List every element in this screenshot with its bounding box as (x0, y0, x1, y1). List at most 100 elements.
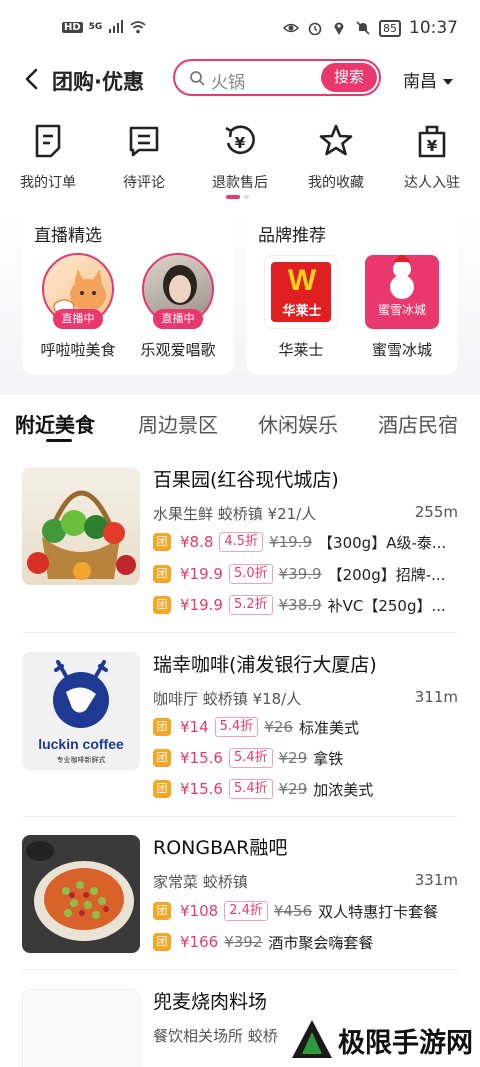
deal-discount: 2.4折 (224, 901, 268, 921)
refund-icon: ¥ (225, 125, 255, 155)
store-item[interactable]: 百果园(红谷现代城店) 水果生鲜 蛟桥镇 ¥21/人 255m 团 ¥8.8 4.5… (0, 465, 480, 635)
watermark: 极限手游网 (290, 1012, 480, 1067)
tab-entertainment[interactable]: 休闲娱乐 (258, 409, 338, 438)
nav-refund[interactable]: ¥ 退款售后 (200, 120, 280, 192)
snowman-icon (390, 255, 414, 299)
deal-row[interactable]: 团 ¥14 5.4折 ¥26 标准美式 (153, 716, 359, 738)
search-bar[interactable]: 火锅 搜索 (173, 59, 381, 96)
fruit-basket-image (27, 490, 136, 580)
store-meta: 餐饮相关场所 蛟桥 (153, 1027, 278, 1045)
store-distance: 311m (414, 688, 458, 706)
deal-price: ¥19.9 (180, 565, 223, 583)
tab-scenic-spots[interactable]: 周边景区 (138, 409, 218, 438)
deal-price: ¥15.6 (180, 749, 223, 767)
nav-label: 我的订单 (20, 175, 76, 191)
brand-logo-text: luckin coffee (38, 736, 124, 752)
tab-hotels[interactable]: 酒店民宿 (378, 409, 458, 438)
bag-icon: ¥ (418, 125, 446, 158)
store-meta: 咖啡厅 蛟桥镇 ¥18/人 (153, 690, 302, 708)
deal-price: ¥166 (180, 933, 219, 951)
deal-row[interactable]: 团 ¥15.6 5.4折 ¥29 拿铁 (153, 747, 343, 769)
store-meta: 家常菜 蛟桥镇 (153, 873, 248, 891)
divider (22, 632, 458, 633)
alarm-icon (308, 22, 322, 35)
deal-original-price: ¥392 (224, 933, 263, 951)
nav-pending-review[interactable]: 待评论 (104, 120, 184, 192)
deal-discount: 4.5折 (219, 532, 264, 552)
nav-label: 退款售后 (212, 175, 268, 191)
page-title: 团购·优惠 (52, 70, 144, 94)
search-icon (190, 71, 205, 86)
live-item[interactable]: 直播中 乐观爱唱歌 (128, 253, 228, 360)
live-name: 呼啦啦美食 (40, 341, 116, 359)
deal-discount: 5.4折 (214, 717, 259, 737)
deal-row[interactable]: 团 ¥166 ¥392 酒市聚会嗨套餐 (153, 931, 373, 953)
store-item[interactable]: luckin coffee 专业咖啡新鲜式 瑞幸咖啡(浦发银行大厦店) 咖啡厅 … (0, 650, 480, 820)
group-buy-badge: 团 (153, 902, 171, 920)
nav-my-orders[interactable]: 我的订单 (8, 120, 88, 192)
deal-price: ¥15.6 (180, 780, 223, 798)
deal-title: 双人特惠打卡套餐 (318, 902, 439, 921)
store-item[interactable]: RONGBAR融吧 家常菜 蛟桥镇 331m 团 ¥108 2.4折 ¥456 双人特惠… (0, 833, 480, 973)
city-selector[interactable]: 南昌 (403, 67, 453, 92)
nav-favorites[interactable]: 我的收藏 (296, 120, 376, 192)
mute-icon (356, 21, 370, 35)
deal-row[interactable]: 团 ¥8.8 4.5折 ¥19.9 【300g】A级-泰... (153, 531, 446, 553)
store-name: 瑞幸咖啡(浦发银行大厦店) (153, 654, 377, 676)
nav-label: 待评论 (123, 175, 165, 191)
deal-row[interactable]: 团 ¥15.6 5.4折 ¥29 加浓美式 (153, 778, 373, 800)
brand-card[interactable]: 品牌推荐 W 华莱士 华莱士 蜜雪冰城 蜜雪冰城 (246, 211, 458, 375)
status-bar: HD 5G 85 10:37 (0, 0, 480, 56)
signal-icon (109, 20, 124, 33)
deal-original-price: ¥39.9 (278, 565, 322, 583)
back-arrow-icon[interactable] (20, 66, 46, 92)
deal-title: 【300g】A级-泰... (318, 533, 447, 552)
network-indicator: 5G (88, 22, 103, 32)
nav-creator-join[interactable]: ¥ 达人入驻 (392, 120, 472, 192)
store-list: 百果园(红谷现代城店) 水果生鲜 蛟桥镇 ¥21/人 255m 团 ¥8.8 4.5… (0, 445, 480, 1067)
live-card[interactable]: 直播精选 直播中 呼啦啦美食 直播中 乐观爱唱歌 (22, 211, 234, 375)
live-name: 乐观爱唱歌 (140, 341, 216, 359)
store-name: 兜麦烧肉料场 (153, 991, 268, 1013)
deal-price: ¥8.8 (180, 533, 214, 551)
nav-label: 我的收藏 (308, 175, 364, 191)
deal-original-price: ¥29 (278, 780, 308, 798)
deal-discount: 5.4折 (228, 748, 273, 768)
store-distance: 331m (414, 871, 458, 889)
indicator-active (226, 195, 240, 199)
live-item[interactable]: 直播中 呼啦啦美食 (28, 253, 128, 360)
brand-name: 华莱士 (278, 341, 324, 359)
deal-row[interactable]: 团 ¥108 2.4折 ¥456 双人特惠打卡套餐 (153, 900, 438, 922)
deal-title: 标准美式 (298, 718, 359, 737)
deal-row[interactable]: 团 ¥19.9 5.2折 ¥38.9 补VC【250g】... (153, 594, 446, 616)
store-thumbnail (22, 835, 140, 953)
brand-logo-text: 蜜雪冰城 (377, 303, 426, 317)
brand-item[interactable]: 蜜雪冰城 蜜雪冰城 (359, 255, 445, 360)
group-buy-badge: 团 (153, 565, 171, 583)
brand-name: 蜜雪冰城 (371, 341, 432, 359)
header: 团购·优惠 火锅 搜索 南昌 (0, 58, 480, 102)
deal-title: 加浓美式 (313, 780, 374, 799)
live-badge: 直播中 (53, 309, 103, 329)
deal-original-price: ¥19.9 (269, 533, 313, 551)
group-buy-badge: 团 (153, 596, 171, 614)
nav-label: 达人入驻 (404, 175, 460, 191)
group-buy-badge: 团 (153, 780, 171, 798)
search-button[interactable]: 搜索 (321, 63, 377, 92)
brand-item[interactable]: W 华莱士 华莱士 (258, 255, 344, 360)
svg-text:¥: ¥ (427, 137, 438, 155)
battery-indicator: 85 (379, 19, 401, 37)
group-buy-badge: 团 (153, 718, 171, 736)
deal-price: ¥14 (180, 718, 209, 736)
deal-original-price: ¥38.9 (278, 596, 322, 614)
deal-row[interactable]: 团 ¥19.9 5.0折 ¥39.9 【200g】招牌-... (153, 563, 445, 585)
store-name: 百果园(红谷现代城店) (153, 469, 339, 491)
location-icon (334, 22, 344, 35)
store-thumbnail (22, 989, 140, 1067)
category-tabs: 附近美食 周边景区 休闲娱乐 酒店民宿 (0, 395, 480, 445)
hd-indicator: HD (62, 21, 83, 33)
deal-original-price: ¥29 (278, 749, 308, 767)
search-input[interactable]: 火锅 (211, 68, 245, 93)
watermark-text: 极限手游网 (338, 1028, 473, 1059)
tab-nearby-food[interactable]: 附近美食 (15, 409, 95, 438)
